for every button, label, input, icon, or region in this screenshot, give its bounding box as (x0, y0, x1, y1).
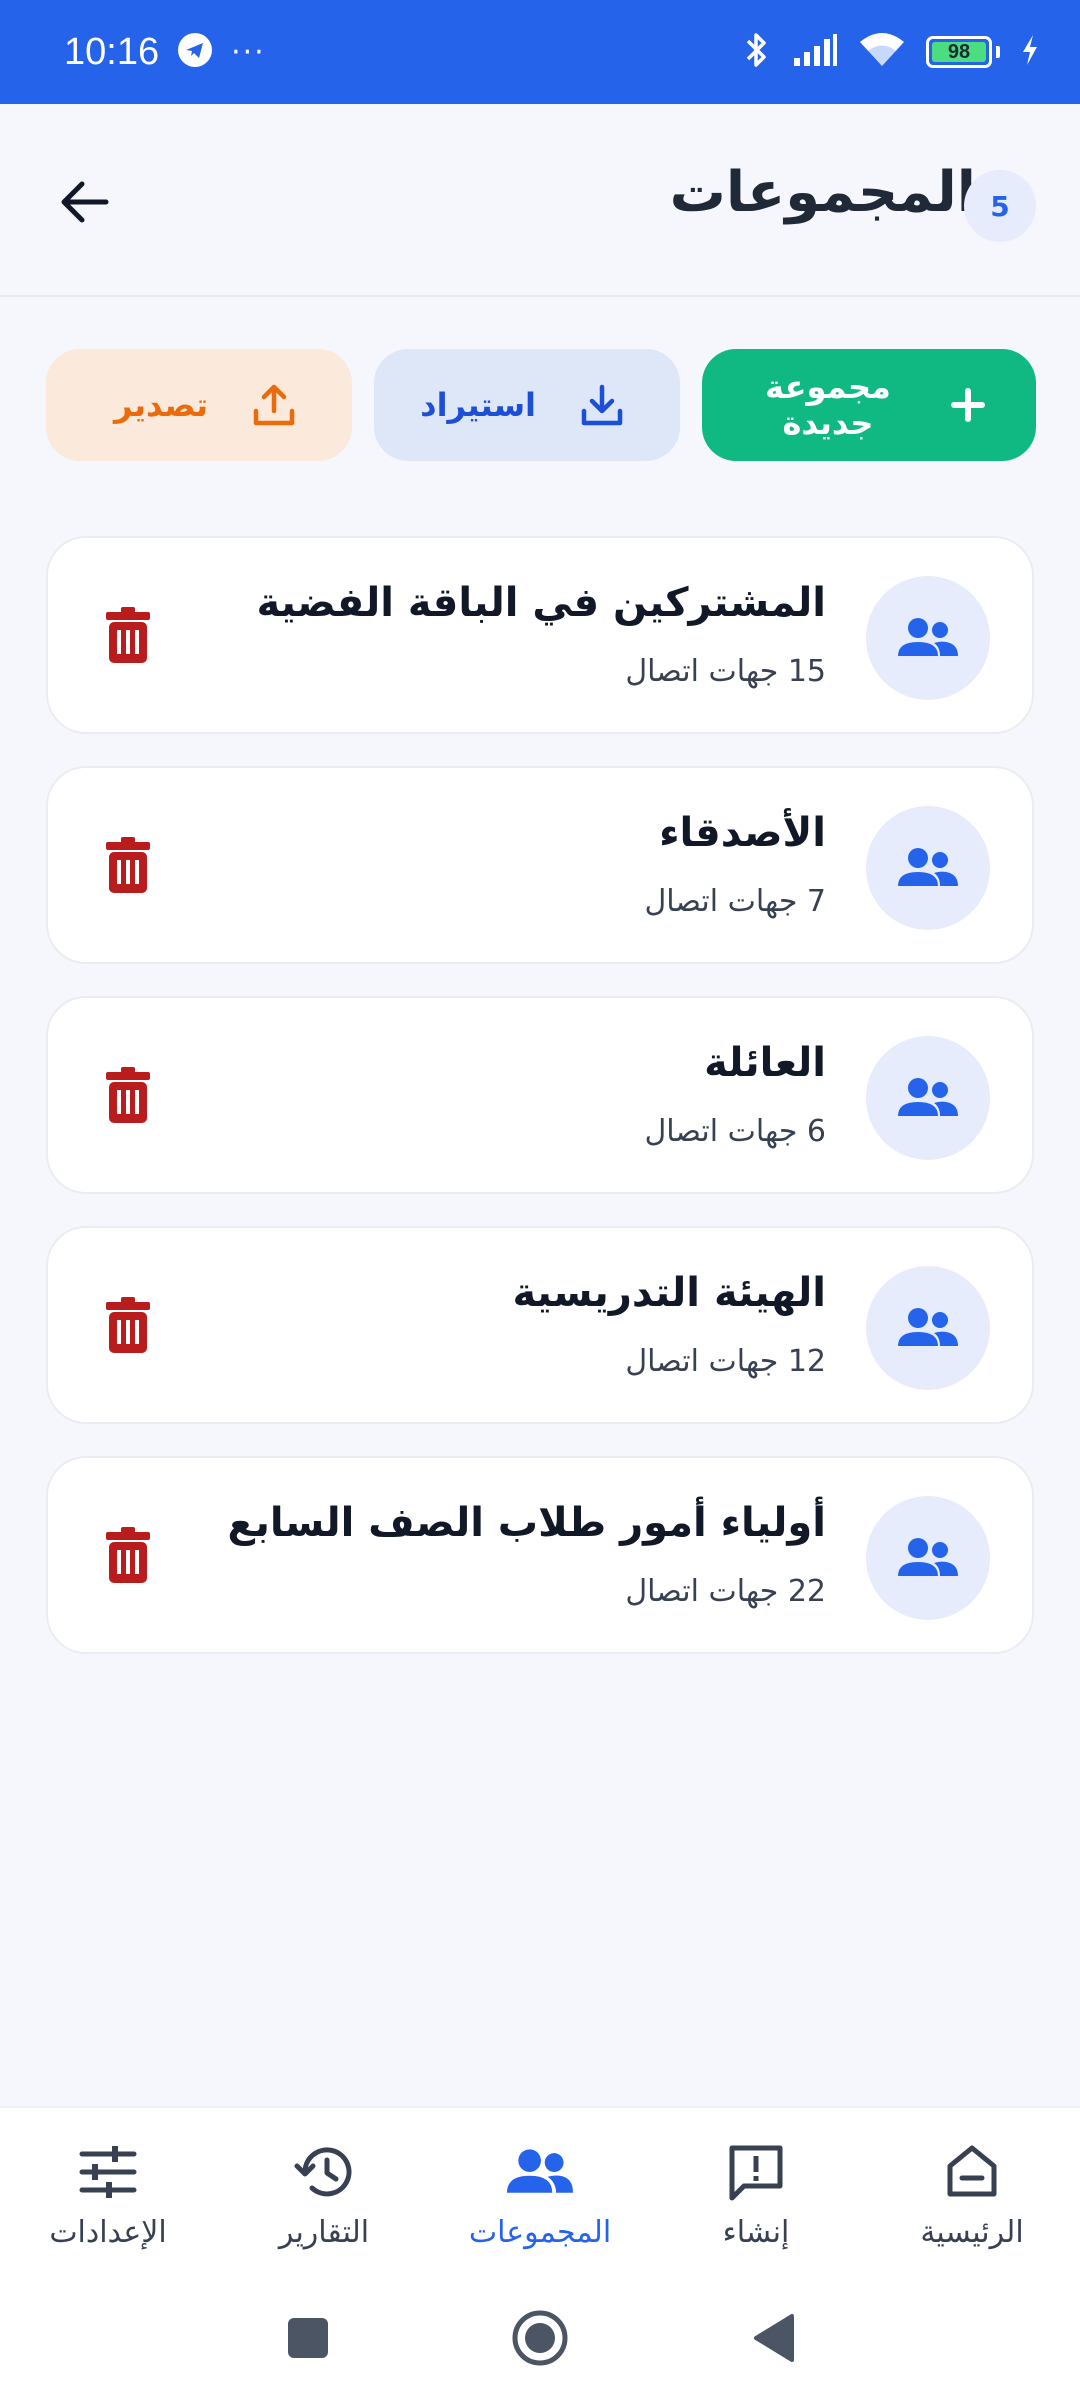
people-icon (898, 1538, 958, 1576)
signal-icon (792, 32, 838, 72)
group-card[interactable]: الأصدقاء 7 جهات اتصال (46, 766, 1034, 964)
import-label: استيراد (420, 386, 536, 424)
triangle-back-icon (754, 2314, 794, 2362)
group-avatar (866, 576, 990, 700)
nav-item-groups[interactable]: المجموعات (432, 2139, 648, 2250)
battery-level: 98 (947, 40, 971, 63)
group-count-badge: 5 (964, 170, 1036, 242)
group-card[interactable]: العائلة 6 جهات اتصال (46, 996, 1034, 1194)
back-button[interactable] (52, 170, 116, 234)
app-header: المجموعات 5 (0, 104, 1080, 297)
group-name: المشتركين في الباقة الفضية (256, 580, 826, 626)
battery-cap (996, 46, 1000, 58)
delete-group-button[interactable] (100, 600, 156, 670)
trash-icon (106, 837, 150, 893)
import-button[interactable]: استيراد (374, 349, 680, 461)
group-contact-count: 22 جهات اتصال (625, 1574, 826, 1609)
nav-label-settings: الإعدادات (49, 2214, 167, 2250)
upload-icon (248, 379, 300, 431)
nav-label-home: الرئيسية (920, 2214, 1024, 2250)
trash-icon (106, 1067, 150, 1123)
action-bar: مجموعة جديدة استيراد تصدير (46, 349, 1036, 461)
wifi-icon (858, 32, 906, 72)
telegram-icon (177, 32, 213, 72)
bottom-nav: الرئيسية إنشاء المجموعات التقارير الإعدا… (0, 2106, 1080, 2280)
nav-label-groups: المجموعات (468, 2214, 612, 2250)
page-title: المجموعات (669, 160, 976, 225)
delete-group-button[interactable] (100, 1290, 156, 1360)
more-dots-icon: ··· (231, 34, 266, 70)
trash-icon (106, 1527, 150, 1583)
export-button[interactable]: تصدير (46, 349, 352, 461)
group-contact-count: 12 جهات اتصال (625, 1344, 826, 1379)
group-avatar (866, 1036, 990, 1160)
home-button[interactable] (508, 2306, 572, 2370)
group-name: أولياء أمور طلاب الصف السابع (227, 1500, 827, 1546)
nav-item-home[interactable]: الرئيسية (864, 2139, 1080, 2250)
group-card[interactable]: المشتركين في الباقة الفضية 15 جهات اتصال (46, 536, 1034, 734)
system-nav-bar (0, 2280, 1080, 2400)
arrow-left-icon (61, 181, 109, 223)
nav-label-reports: التقارير (278, 2214, 370, 2250)
delete-group-button[interactable] (100, 1060, 156, 1130)
group-contact-count: 6 جهات اتصال (644, 1114, 826, 1149)
recents-button[interactable] (276, 2306, 340, 2370)
back-nav-button[interactable] (742, 2306, 806, 2370)
new-group-button[interactable]: مجموعة جديدة (702, 349, 1036, 461)
people-icon (507, 2139, 573, 2205)
status-right: 98 (742, 30, 1040, 74)
people-icon (898, 1308, 958, 1346)
people-icon (898, 1078, 958, 1116)
history-icon (291, 2139, 357, 2205)
square-icon (288, 2318, 328, 2358)
delete-group-button[interactable] (100, 1520, 156, 1590)
nav-item-reports[interactable]: التقارير (216, 2139, 432, 2250)
status-bar: 10:16 ··· 98 (0, 0, 1080, 104)
group-name: العائلة (704, 1040, 826, 1086)
group-avatar (866, 1266, 990, 1390)
group-avatar (866, 1496, 990, 1620)
group-list: المشتركين في الباقة الفضية 15 جهات اتصال… (46, 536, 1034, 1686)
download-icon (576, 379, 628, 431)
new-group-label: مجموعة جديدة (765, 368, 891, 442)
group-avatar (866, 806, 990, 930)
group-name: الأصدقاء (659, 810, 826, 856)
nav-item-create[interactable]: إنشاء (648, 2139, 864, 2250)
tune-icon (75, 2139, 141, 2205)
circle-icon (512, 2310, 568, 2366)
nav-item-settings[interactable]: الإعدادات (0, 2139, 216, 2250)
trash-icon (106, 1297, 150, 1353)
nav-label-create: إنشاء (722, 2214, 790, 2250)
group-name: الهيئة التدريسية (512, 1270, 826, 1316)
status-time: 10:16 (64, 30, 160, 73)
battery-icon: 98 (926, 36, 992, 68)
home-icon (939, 2139, 1005, 2205)
trash-icon (106, 607, 150, 663)
group-card[interactable]: الهيئة التدريسية 12 جهات اتصال (46, 1226, 1034, 1424)
feedback-icon (723, 2139, 789, 2205)
export-label: تصدير (114, 386, 208, 424)
group-contact-count: 15 جهات اتصال (625, 654, 826, 689)
status-left: 10:16 ··· (64, 31, 266, 74)
group-contact-count: 7 جهات اتصال (644, 884, 826, 919)
people-icon (898, 618, 958, 656)
charging-icon (1020, 33, 1040, 71)
bluetooth-icon (742, 30, 772, 74)
people-icon (898, 848, 958, 886)
plus-icon (942, 379, 994, 431)
group-card[interactable]: أولياء أمور طلاب الصف السابع 22 جهات اتص… (46, 1456, 1034, 1654)
delete-group-button[interactable] (100, 830, 156, 900)
